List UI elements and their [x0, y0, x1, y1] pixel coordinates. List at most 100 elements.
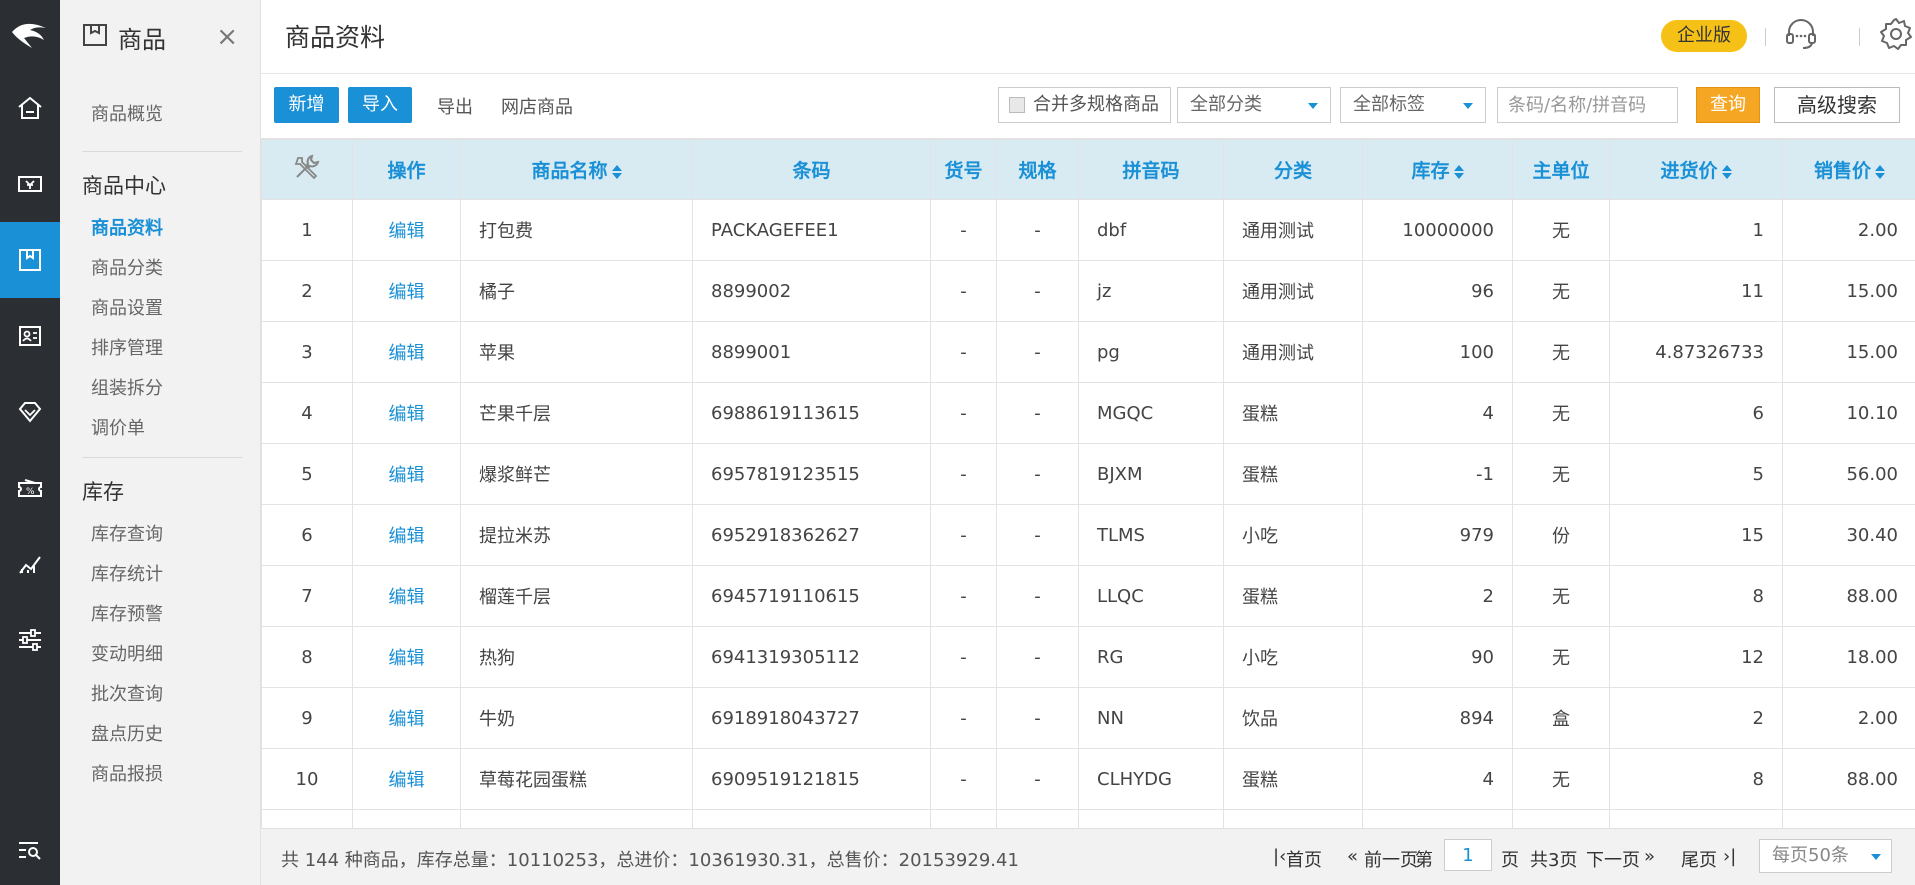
table-cell	[1362, 809, 1513, 828]
sidebar-group-product-center: 商品中心	[82, 174, 166, 198]
checkbox-square[interactable]	[1009, 97, 1025, 113]
column-header: 操作	[352, 139, 461, 200]
headset-icon[interactable]	[1784, 16, 1818, 57]
edit-link[interactable]: 编辑	[352, 687, 461, 749]
table-cell	[692, 809, 931, 828]
sku-cell: -	[930, 321, 997, 383]
column-settings-header[interactable]	[261, 139, 353, 200]
stock-cell: -1	[1362, 443, 1513, 505]
unit-cell: 无	[1512, 321, 1610, 383]
next-page-link[interactable]: 下一页	[1586, 846, 1640, 872]
search-input[interactable]	[1497, 87, 1678, 123]
rail-settings-sliders-icon[interactable]	[0, 602, 60, 678]
row-index: 8	[261, 626, 353, 688]
product-name-cell: 草莓花园蛋糕	[460, 748, 693, 810]
sku-cell: -	[930, 382, 997, 444]
sale-price-cell: 30.40	[1782, 504, 1915, 566]
cost-price-cell: 5	[1609, 443, 1783, 505]
edit-link[interactable]: 编辑	[352, 748, 461, 810]
column-header-sortable[interactable]: 库存	[1362, 139, 1513, 200]
sort-icon[interactable]	[1721, 164, 1732, 180]
query-button[interactable]: 查询	[1696, 87, 1760, 123]
rail-product-icon[interactable]	[0, 222, 60, 298]
prev-page-icon[interactable]: «	[1347, 846, 1358, 867]
table-row: 1 编辑 打包费 PACKAGEFEE1- - dbf 通用测试 10000000 无 1 2.00	[261, 199, 1915, 261]
edit-link[interactable]: 编辑	[352, 443, 461, 505]
sidebar-item-product-loss[interactable]: 商品报损	[60, 750, 260, 799]
product-name-cell: 提拉米苏	[460, 504, 693, 566]
product-name-cell: 打包费	[460, 199, 693, 261]
import-button[interactable]: 导入	[348, 87, 412, 123]
edit-link[interactable]: 编辑	[352, 321, 461, 383]
category-cell: 通用测试	[1223, 321, 1363, 383]
sort-icon[interactable]	[1875, 164, 1885, 180]
close-icon[interactable]: ×	[216, 24, 238, 50]
first-page-link[interactable]: 首页	[1286, 846, 1322, 872]
next-page-icon[interactable]: »	[1644, 846, 1655, 867]
sort-icon[interactable]	[1453, 164, 1464, 180]
edit-link[interactable]: 编辑	[352, 565, 461, 627]
sidebar-item-overview[interactable]: 商品概览	[60, 90, 260, 139]
category-select[interactable]: 全部分类	[1177, 87, 1331, 123]
online-store-button[interactable]: 网店商品	[501, 93, 573, 119]
column-header-sortable[interactable]: 进货价	[1609, 139, 1783, 200]
per-page-select[interactable]: 每页50条	[1759, 839, 1892, 873]
rail-coupon-icon[interactable]: %	[0, 450, 60, 526]
edition-badge[interactable]: 企业版	[1661, 20, 1747, 52]
secondary-sidebar: 商品 × 商品概览 商品中心 商品资料 商品分类 商品设置 排序管理 组装拆分 …	[60, 0, 261, 885]
row-index: 9	[261, 687, 353, 749]
column-header-sortable[interactable]: 商品名称	[460, 139, 693, 200]
row-index: 5	[261, 443, 353, 505]
pinyin-cell: pg	[1078, 321, 1224, 383]
per-page-value: 每页50条	[1772, 845, 1849, 866]
edit-link[interactable]: 编辑	[352, 199, 461, 261]
row-index: 2	[261, 260, 353, 322]
merge-variants-checkbox[interactable]: 合并多规格商品	[998, 87, 1171, 123]
column-header-sortable[interactable]: 销售价	[1782, 139, 1915, 200]
barcode-cell: 6918918043727	[692, 687, 931, 749]
advanced-search-button[interactable]: 高级搜索	[1774, 87, 1900, 123]
stock-cell: 4	[1362, 748, 1513, 810]
wrench-icon[interactable]	[292, 154, 322, 187]
table-header-row: 操作 商品名称 条码 货号 规格 拼音码 分类 库存 主单位 进货价 销售价	[261, 139, 1915, 200]
add-button[interactable]: 新增	[274, 87, 339, 123]
stock-cell: 90	[1362, 626, 1513, 688]
spec-cell: -	[996, 687, 1079, 749]
divider	[1765, 28, 1766, 46]
tag-select[interactable]: 全部标签	[1340, 87, 1486, 123]
last-page-icon[interactable]: ›|	[1723, 846, 1736, 867]
sku-cell: -	[930, 504, 997, 566]
table-row: 6 编辑 提拉米苏 6952918362627- - TLMS 小吃 979 份 15 30.40	[261, 504, 1915, 566]
edit-link[interactable]: 编辑	[352, 260, 461, 322]
rail-search-list-icon[interactable]	[0, 815, 60, 885]
sku-cell: -	[930, 443, 997, 505]
gear-icon[interactable]	[1878, 16, 1914, 57]
product-name-cell: 爆浆鲜芒	[460, 443, 693, 505]
rail-cashier-icon[interactable]	[0, 146, 60, 222]
edit-link[interactable]: 编辑	[352, 504, 461, 566]
sort-icon[interactable]	[611, 164, 622, 180]
edit-link[interactable]: 编辑	[352, 382, 461, 444]
page-number-input[interactable]	[1444, 839, 1492, 871]
rail-report-icon[interactable]	[0, 526, 60, 602]
barcode-cell: 6941319305112	[692, 626, 931, 688]
rail-home-icon[interactable]	[0, 70, 60, 146]
logo-icon[interactable]	[0, 0, 60, 70]
stock-cell: 4	[1362, 382, 1513, 444]
export-button[interactable]: 导出	[437, 93, 473, 119]
prev-page-link[interactable]: 前一页	[1364, 846, 1418, 872]
sku-cell: -	[930, 748, 997, 810]
sidebar-header: 商品 ×	[60, 0, 260, 74]
cost-price-cell: 8	[1609, 565, 1783, 627]
edit-link[interactable]: 编辑	[352, 626, 461, 688]
spec-cell: -	[996, 260, 1079, 322]
rail-member-icon[interactable]	[0, 298, 60, 374]
category-cell: 蛋糕	[1223, 748, 1363, 810]
last-page-link[interactable]: 尾页	[1681, 846, 1717, 872]
table-row: 5 编辑 爆浆鲜芒 6957819123515- - BJXM 蛋糕 -1 无 5 56.00	[261, 443, 1915, 505]
sale-price-cell: 15.00	[1782, 321, 1915, 383]
pinyin-cell: MGQC	[1078, 382, 1224, 444]
rail-diamond-icon[interactable]	[0, 374, 60, 450]
first-page-icon[interactable]: |‹	[1273, 846, 1286, 867]
cost-price-cell: 4.87326733	[1609, 321, 1783, 383]
